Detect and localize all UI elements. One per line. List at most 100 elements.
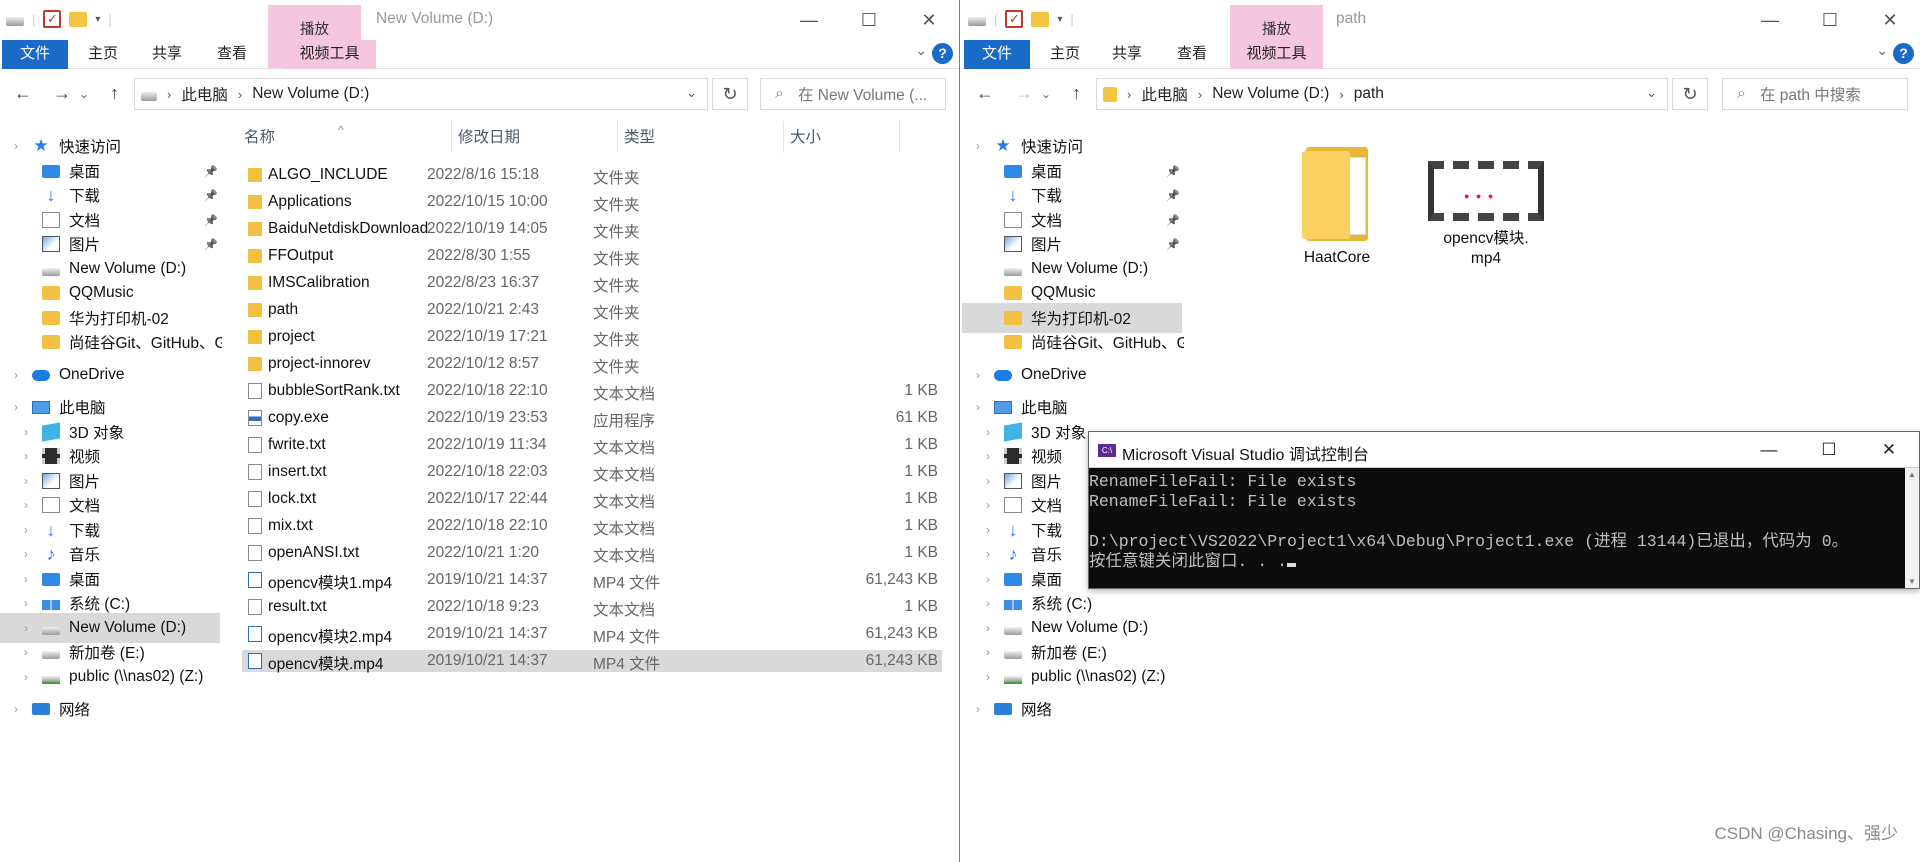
expand-ribbon-icon[interactable]: ⌄: [915, 42, 927, 59]
up-icon[interactable]: ↑: [1072, 83, 1081, 104]
expand-icon[interactable]: ›: [24, 547, 28, 561]
file-row[interactable]: copy.exe 2022/10/19 23:53 应用程序 61 KB: [242, 407, 942, 430]
recent-locations-icon[interactable]: ⌄: [1041, 87, 1051, 101]
help-icon[interactable]: ?: [932, 43, 953, 64]
file-row[interactable]: IMSCalibration 2022/8/23 16:37 文件夹: [242, 272, 942, 295]
tab-share[interactable]: 共享: [1112, 40, 1142, 69]
file-row[interactable]: fwrite.txt 2022/10/19 11:34 文本文档 1 KB: [242, 434, 942, 457]
tab-home[interactable]: 主页: [1050, 40, 1080, 69]
folder-item[interactable]: HaatCore: [1287, 141, 1387, 267]
file-row[interactable]: opencv模块2.mp4 2019/10/21 14:37 MP4 文件 61,24…: [242, 623, 942, 646]
file-row[interactable]: opencv模块1.mp4 2019/10/21 14:37 MP4 文件 61,24…: [242, 569, 942, 592]
breadcrumb-path[interactable]: path: [1354, 85, 1384, 103]
expand-icon[interactable]: ›: [976, 368, 980, 382]
file-row[interactable]: BaiduNetdiskDownload 2022/10/19 14:05 文件夹: [242, 218, 942, 241]
maximize-icon[interactable]: ☐: [839, 0, 899, 40]
maximize-icon[interactable]: ☐: [1800, 0, 1860, 40]
nav-item[interactable]: › 网络: [0, 694, 220, 724]
back-icon[interactable]: ←: [976, 83, 994, 104]
minimize-icon[interactable]: —: [779, 0, 839, 40]
tab-share[interactable]: 共享: [152, 40, 182, 69]
file-row[interactable]: lock.txt 2022/10/17 22:44 文本文档 1 KB: [242, 488, 942, 511]
new-folder-icon[interactable]: [1031, 11, 1050, 27]
new-folder-icon[interactable]: [69, 11, 88, 27]
file-row[interactable]: FFOutput 2022/8/30 1:55 文件夹: [242, 245, 942, 268]
close-icon[interactable]: ✕: [1860, 0, 1920, 40]
nav-item[interactable]: › public (\\nas02) (Z:): [0, 662, 220, 692]
file-row[interactable]: openANSI.txt 2022/10/21 1:20 文本文档 1 KB: [242, 542, 942, 565]
tab-view[interactable]: 查看: [1177, 40, 1207, 69]
file-row[interactable]: insert.txt 2022/10/18 22:03 文本文档 1 KB: [242, 461, 942, 484]
back-icon[interactable]: ←: [14, 83, 32, 104]
nav-item[interactable]: › 网络: [962, 694, 1182, 724]
nav-item[interactable]: 尚硅谷Git、GitHub、Gitee码云: [962, 327, 1184, 357]
breadcrumb-this-pc[interactable]: 此电脑: [1141, 83, 1188, 105]
recent-locations-icon[interactable]: ⌄: [79, 87, 89, 101]
expand-icon[interactable]: ›: [14, 702, 18, 716]
file-row[interactable]: result.txt 2022/10/18 9:23 文本文档 1 KB: [242, 596, 942, 619]
expand-icon[interactable]: ›: [24, 474, 28, 488]
expand-icon[interactable]: ›: [986, 670, 990, 684]
help-icon[interactable]: ?: [1893, 43, 1914, 64]
console-scrollbar[interactable]: ▲ ▼: [1905, 468, 1919, 588]
tab-video-tools[interactable]: 视频工具: [1230, 40, 1323, 69]
expand-icon[interactable]: ›: [24, 621, 28, 635]
file-row[interactable]: path 2022/10/21 2:43 文件夹: [242, 299, 942, 322]
search-box[interactable]: ⌕ 在 path 中搜索: [1722, 78, 1908, 110]
expand-icon[interactable]: ›: [986, 572, 990, 586]
column-header-type[interactable]: 类型: [618, 121, 784, 153]
tab-view[interactable]: 查看: [217, 40, 247, 69]
properties-icon[interactable]: ✓: [43, 10, 62, 28]
nav-item[interactable]: › public (\\nas02) (Z:): [962, 662, 1182, 692]
file-row[interactable]: Applications 2022/10/15 10:00 文件夹: [242, 191, 942, 214]
column-header-size[interactable]: 大小: [784, 121, 900, 153]
minimize-icon[interactable]: —: [1740, 0, 1800, 40]
file-row[interactable]: opencv模块.mp4 2019/10/21 14:37 MP4 文件 61,243…: [242, 650, 942, 673]
video-item[interactable]: ● ● ● opencv模块. mp4: [1428, 141, 1544, 269]
expand-icon[interactable]: ›: [24, 670, 28, 684]
expand-icon[interactable]: ›: [986, 621, 990, 635]
expand-icon[interactable]: ›: [976, 702, 980, 716]
expand-icon[interactable]: ›: [24, 572, 28, 586]
address-dropdown-icon[interactable]: ⌄: [686, 85, 697, 101]
customize-toolbar-icon[interactable]: ▾: [95, 14, 100, 25]
address-bar[interactable]: › 此电脑 › New Volume (D:) ⌄: [134, 78, 708, 110]
expand-icon[interactable]: ›: [24, 523, 28, 537]
properties-icon[interactable]: ✓: [1005, 10, 1024, 28]
breadcrumb-volume-d[interactable]: New Volume (D:): [1212, 85, 1329, 103]
expand-ribbon-icon[interactable]: ⌄: [1876, 42, 1888, 59]
tab-video-tools[interactable]: 视频工具: [283, 40, 376, 69]
expand-icon[interactable]: ›: [24, 596, 28, 610]
nav-item[interactable]: › OneDrive: [0, 360, 220, 390]
tab-file[interactable]: 文件: [964, 40, 1030, 69]
tab-home[interactable]: 主页: [88, 40, 118, 69]
close-icon[interactable]: ✕: [899, 0, 959, 40]
minimize-icon[interactable]: —: [1739, 432, 1799, 468]
expand-icon[interactable]: ›: [986, 449, 990, 463]
up-icon[interactable]: ↑: [110, 83, 119, 104]
expand-icon[interactable]: ›: [24, 425, 28, 439]
close-icon[interactable]: ✕: [1859, 432, 1919, 468]
customize-toolbar-icon[interactable]: ▾: [1057, 14, 1062, 25]
expand-icon[interactable]: ›: [986, 645, 990, 659]
scroll-down-icon[interactable]: ▼: [1908, 577, 1916, 586]
address-dropdown-icon[interactable]: ⌄: [1646, 85, 1657, 101]
forward-icon[interactable]: →: [53, 83, 71, 104]
expand-icon[interactable]: ›: [14, 139, 18, 153]
expand-icon[interactable]: ›: [24, 498, 28, 512]
expand-icon[interactable]: ›: [976, 139, 980, 153]
refresh-button[interactable]: ↻: [712, 78, 748, 110]
nav-item[interactable]: › OneDrive: [962, 360, 1182, 390]
file-row[interactable]: bubbleSortRank.txt 2022/10/18 22:10 文本文档 1 …: [242, 380, 942, 403]
address-bar[interactable]: › 此电脑 › New Volume (D:) › path ⌄: [1096, 78, 1668, 110]
column-header-name[interactable]: 名称 ^: [238, 121, 452, 153]
expand-icon[interactable]: ›: [986, 474, 990, 488]
scroll-up-icon[interactable]: ▲: [1908, 470, 1916, 479]
breadcrumb-volume-d[interactable]: New Volume (D:): [252, 85, 369, 103]
maximize-icon[interactable]: ☐: [1799, 432, 1859, 468]
expand-icon[interactable]: ›: [24, 645, 28, 659]
search-box[interactable]: ⌕ 在 New Volume (...: [760, 78, 946, 110]
expand-icon[interactable]: ›: [986, 498, 990, 512]
expand-icon[interactable]: ›: [24, 449, 28, 463]
expand-icon[interactable]: ›: [986, 547, 990, 561]
